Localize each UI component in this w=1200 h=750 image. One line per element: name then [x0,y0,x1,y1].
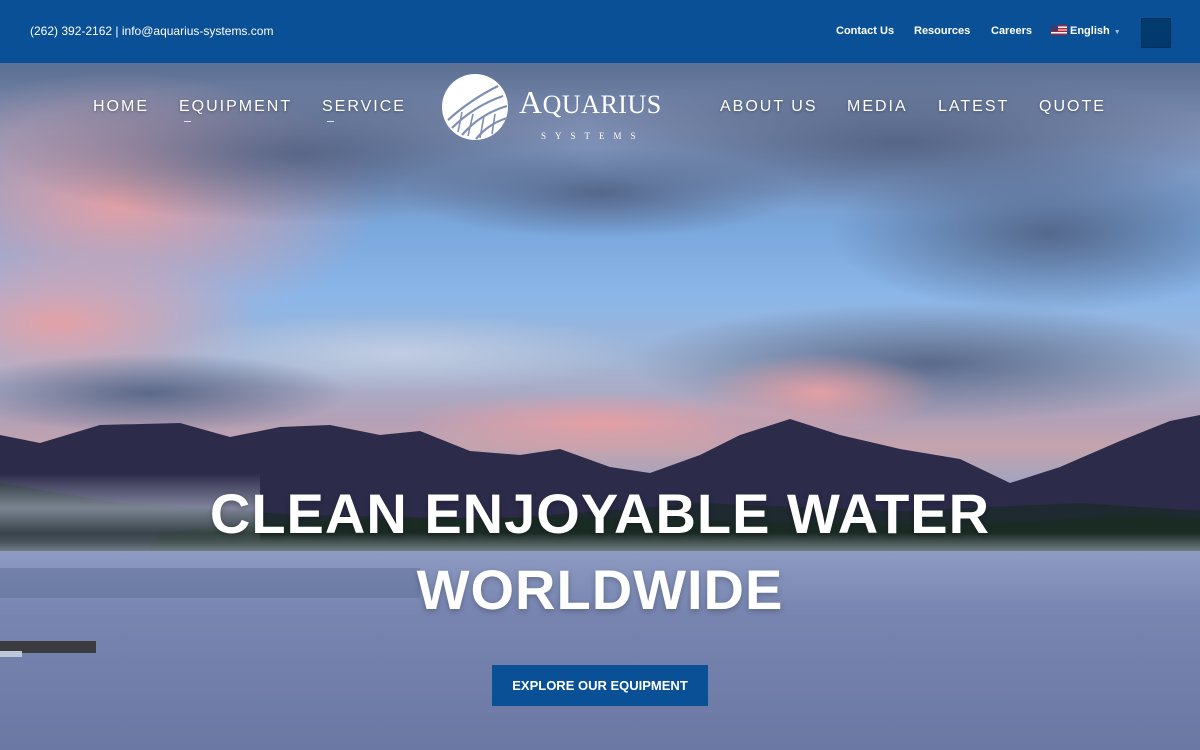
chevron-down-icon: ▼ [1113,29,1121,36]
careers-link[interactable]: Careers [991,25,1032,37]
us-flag-icon [1051,25,1067,35]
hero-headline-line-2: WORLDWIDE [416,558,784,621]
nav-home[interactable]: HOME [93,98,149,116]
contact-us-link[interactable]: Contact Us [836,25,894,37]
explore-equipment-button[interactable]: EXPLORE OUR EQUIPMENT [492,665,708,706]
hero-background-image [0,73,1200,750]
logo-wordmark: AQUARIUS [519,84,662,120]
nav-service-label: SERVICE [322,98,406,115]
nav-quote[interactable]: QUOTE [1039,98,1106,116]
top-utility-bar: (262) 392-2162 | info@aquarius-systems.c… [0,0,1200,63]
nav-equipment-label: EQUIPMENT [179,98,293,115]
hero-headline-line-1: CLEAN ENJOYABLE WATER [209,482,991,545]
search-icon[interactable] [1141,18,1171,48]
dropdown-indicator-icon [327,121,334,122]
contact-separator: | [115,24,119,38]
dropdown-indicator-icon [184,121,191,122]
logo-sphere-icon [442,74,508,140]
language-label: English [1070,25,1110,37]
nav-about-us[interactable]: ABOUT US [720,98,818,116]
logo-tagline: SYSTEMS [541,131,645,141]
resources-link[interactable]: Resources [914,25,970,37]
language-selector[interactable]: English ▼ [1051,25,1121,37]
nav-media[interactable]: MEDIA [847,98,908,116]
hero-section: HOME EQUIPMENT SERVICE AQUARIUS SYSTEMS [0,63,1200,750]
nav-service[interactable]: SERVICE [322,98,406,122]
email-link[interactable]: info@aquarius-systems.com [122,24,274,38]
phone-number[interactable]: (262) 392-2162 [30,24,112,38]
hero-headline: CLEAN ENJOYABLE WATER WORLDWIDE [0,476,1200,628]
aquarius-logo[interactable]: AQUARIUS SYSTEMS [440,72,688,142]
nav-equipment[interactable]: EQUIPMENT [179,98,293,122]
contact-info: (262) 392-2162 | info@aquarius-systems.c… [30,24,273,38]
nav-latest[interactable]: LATEST [938,98,1009,116]
